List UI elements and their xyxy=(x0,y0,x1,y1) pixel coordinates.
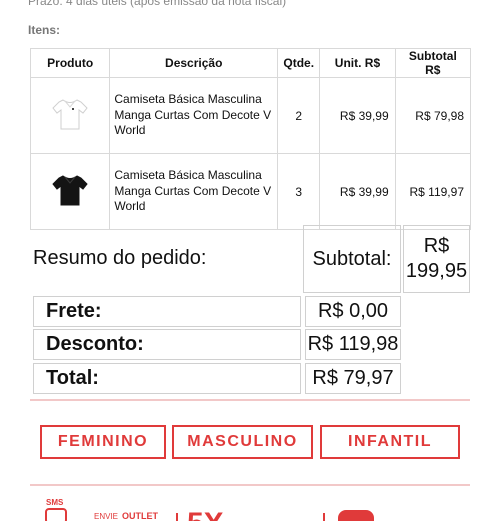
subtotal-label: Subtotal: xyxy=(312,247,392,270)
deadline-text: Prazo: 4 dias úteis (após emissão da not… xyxy=(28,0,287,8)
header-qty: Qtde. xyxy=(277,48,321,78)
product-image-cell[interactable] xyxy=(29,153,111,230)
send-text: ENVIE xyxy=(94,512,118,521)
subtotal-value-box: R$ 199,95 xyxy=(403,225,470,293)
product-description[interactable]: Camiseta Básica Masculina Manga Curtas C… xyxy=(109,153,279,230)
product-unit-price: R$ 39,99 xyxy=(319,77,396,154)
total-label-box: Total: xyxy=(33,363,301,394)
promo-big-text: 5X xyxy=(187,507,224,521)
black-tshirt-icon[interactable] xyxy=(50,170,90,213)
shipping-value: R$ 0,00 xyxy=(317,300,389,322)
subtotal-value-currency: R$ xyxy=(423,235,450,257)
table-header-row: Produto Descrição Qtde. Unit. R$ Subtota… xyxy=(29,48,472,78)
shipping-label-box: Frete: xyxy=(33,296,301,327)
divider xyxy=(30,399,470,401)
product-qty: 2 xyxy=(277,77,321,154)
product-qty: 3 xyxy=(277,153,321,230)
discount-value: R$ 119,98 xyxy=(307,333,399,355)
table-row: Camiseta Básica Masculina Manga Curtas C… xyxy=(29,77,472,154)
total-value: R$ 79,97 xyxy=(312,367,394,389)
promo-banner[interactable]: SMS ENVIE OUTLET 5X xyxy=(30,493,470,521)
total-label: Total: xyxy=(46,367,99,389)
product-description[interactable]: Camiseta Básica Masculina Manga Curtas C… xyxy=(109,77,279,154)
items-table: Produto Descrição Qtde. Unit. R$ Subtota… xyxy=(29,48,472,230)
shipping-value-box: R$ 0,00 xyxy=(305,296,401,327)
product-unit-price: R$ 39,99 xyxy=(319,153,396,230)
product-image-cell[interactable] xyxy=(29,77,111,154)
items-label: Itens: xyxy=(28,23,61,37)
total-value-box: R$ 79,97 xyxy=(305,363,401,394)
discount-label-box: Desconto: xyxy=(33,329,301,360)
header-product: Produto xyxy=(29,48,111,78)
discount-value-box: R$ 119,98 xyxy=(305,329,401,360)
masculino-button[interactable]: MASCULINO xyxy=(172,425,313,459)
feminino-button[interactable]: FEMININO xyxy=(40,425,166,459)
infantil-button[interactable]: INFANTIL xyxy=(320,425,460,459)
sms-phone-icon xyxy=(45,508,67,521)
divider xyxy=(30,484,470,486)
table-row: Camiseta Básica Masculina Manga Curtas C… xyxy=(29,153,472,230)
header-description: Descrição xyxy=(109,48,279,78)
discount-label: Desconto: xyxy=(46,333,144,355)
product-subtotal: R$ 119,97 xyxy=(394,153,472,230)
shipping-label: Frete: xyxy=(46,300,102,322)
outlet-text: OUTLET xyxy=(122,511,158,521)
white-tshirt-icon[interactable] xyxy=(50,94,90,137)
header-unit-price: Unit. R$ xyxy=(319,48,396,78)
product-subtotal: R$ 79,98 xyxy=(394,77,472,154)
sms-label: SMS xyxy=(46,498,64,507)
chat-icon xyxy=(338,510,374,521)
subtotal-value-amount: 199,95 xyxy=(405,260,468,282)
subtotal-label-box: Subtotal: xyxy=(303,225,401,293)
header-subtotal: Subtotal R$ xyxy=(394,48,472,78)
summary-title: Resumo do pedido: xyxy=(33,247,207,269)
